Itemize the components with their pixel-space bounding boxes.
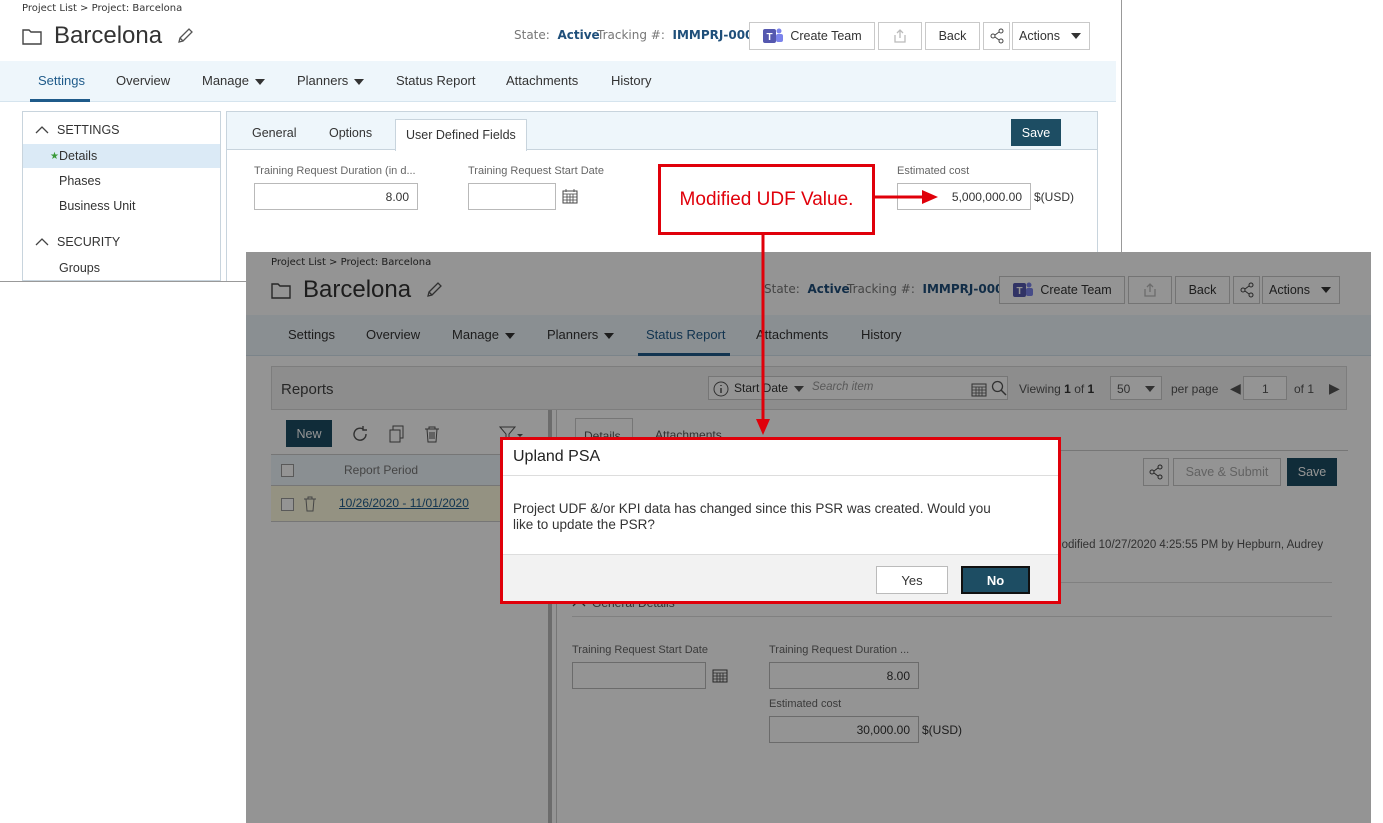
actions-dropdown[interactable]: Actions [1012, 22, 1090, 50]
subtab-general[interactable]: General [252, 126, 296, 140]
annotation-callout: Modified UDF Value. [658, 164, 875, 235]
tab-attachments[interactable]: Attachments [506, 73, 578, 88]
edit-pencil-icon[interactable] [176, 27, 194, 45]
sidebar-item-business-unit[interactable]: Business Unit [23, 194, 220, 218]
tab-settings[interactable]: Settings [38, 73, 85, 88]
cost-unit: $(USD) [1034, 190, 1075, 204]
share-button[interactable] [983, 22, 1010, 50]
dialog-title: Upland PSA [513, 448, 601, 465]
dialog-footer: Yes No [503, 554, 1058, 601]
update-psr-dialog: Upland PSA Project UDF &/or KPI data has… [500, 437, 1061, 604]
active-tab-indicator [30, 99, 90, 102]
upload-icon [894, 29, 906, 43]
dialog-message: Project UDF &/or KPI data has changed si… [513, 501, 991, 532]
tab-manage[interactable]: Manage [202, 73, 265, 88]
teams-icon: T [763, 28, 784, 43]
estimated-cost-label: Estimated cost [897, 165, 970, 177]
settings-subtabs: General Options User Defined Fields [227, 112, 1097, 151]
project-title-row: Barcelona [22, 22, 194, 50]
duration-label: Training Request Duration (in d... [254, 165, 416, 177]
save-button[interactable]: Save [1011, 119, 1061, 146]
share-icon [990, 28, 1003, 44]
required-star-icon: ★ [50, 151, 59, 162]
estimated-cost-input[interactable]: 5,000,000.00 [897, 183, 1031, 210]
sidebar-section-settings[interactable]: SETTINGS [35, 123, 120, 137]
tab-status-report[interactable]: Status Report [396, 73, 476, 88]
chevron-down-icon [254, 78, 265, 85]
duration-input[interactable]: 8.00 [254, 183, 418, 210]
main-nav: Settings Overview Manage Planners Status… [0, 61, 1116, 102]
start-date-input[interactable] [468, 183, 556, 210]
project-settings-screenshot: Project List > Project: Barcelona Barcel… [0, 0, 1122, 282]
no-button[interactable]: No [961, 566, 1030, 594]
sidebar-item-phases[interactable]: Phases [23, 169, 220, 193]
calendar-icon[interactable] [562, 188, 578, 204]
page-title: Barcelona [54, 22, 163, 49]
svg-text:T: T [767, 32, 773, 43]
sidebar-item-groups[interactable]: Groups [23, 256, 220, 280]
chevron-down-icon [354, 78, 365, 85]
export-button[interactable] [878, 22, 922, 50]
subtab-user-defined-fields[interactable]: User Defined Fields [395, 119, 527, 151]
sidebar-section-security[interactable]: SECURITY [35, 235, 120, 249]
settings-sidebar: SETTINGS ★ Details Phases Business Unit S… [22, 111, 221, 281]
chevron-down-icon [1071, 33, 1081, 39]
sidebar-item-details[interactable]: ★ Details [23, 144, 220, 168]
chevron-up-icon [35, 126, 49, 134]
tab-overview[interactable]: Overview [116, 73, 170, 88]
breadcrumb[interactable]: Project List > Project: Barcelona [22, 3, 182, 14]
tab-history[interactable]: History [611, 73, 651, 88]
create-team-button[interactable]: T Create Team [749, 22, 875, 50]
tab-planners[interactable]: Planners [297, 73, 365, 88]
back-button[interactable]: Back [925, 22, 980, 50]
divider [503, 475, 1058, 476]
subtab-options[interactable]: Options [329, 126, 372, 140]
state-indicator: State: Active [514, 28, 600, 42]
folder-icon [22, 29, 42, 45]
chevron-up-icon [35, 238, 49, 246]
yes-button[interactable]: Yes [876, 566, 948, 594]
start-date-label: Training Request Start Date [468, 165, 604, 177]
